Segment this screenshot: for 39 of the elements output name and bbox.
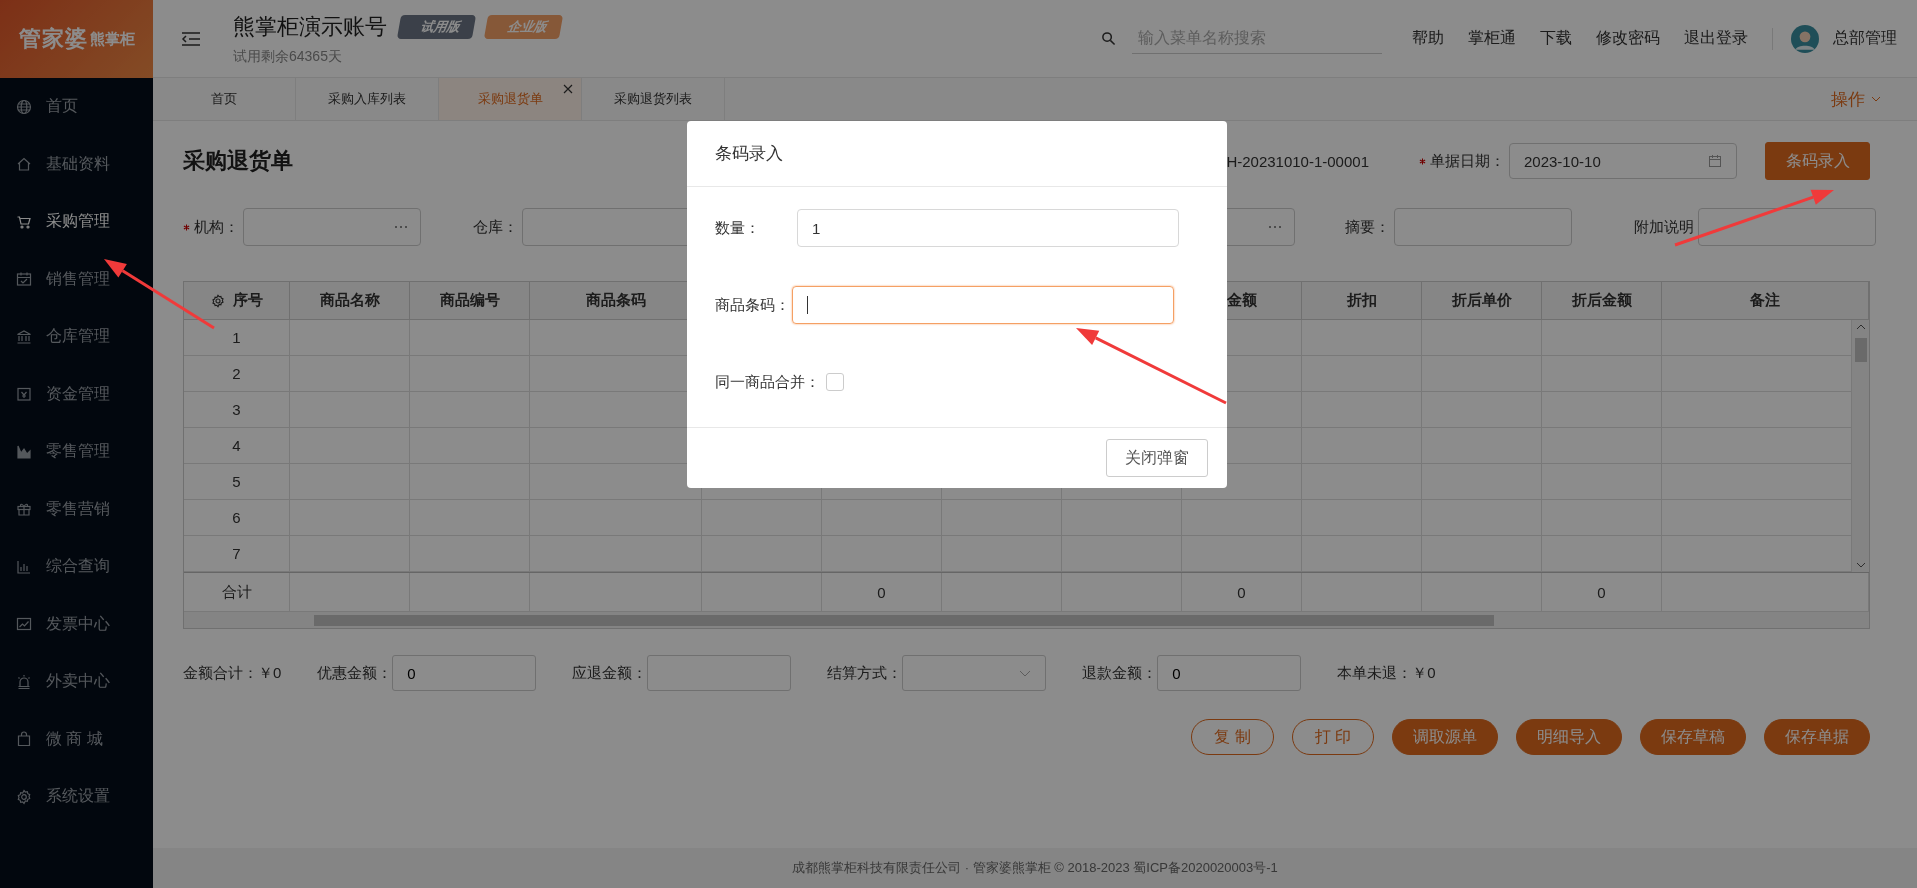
row-number: 3 — [184, 392, 290, 428]
column-header: 商品名称 — [290, 282, 410, 320]
column-header: 商品编号 — [410, 282, 530, 320]
field-label: 仓库： — [473, 217, 518, 237]
row-number: 4 — [184, 428, 290, 464]
amount-value: ￥0 — [258, 663, 282, 683]
field-label: 结算方式： — [827, 663, 903, 683]
edition-badge: 企业版 — [483, 14, 564, 39]
column-header: 备注 — [1662, 282, 1869, 320]
row-number: 6 — [184, 500, 290, 536]
account-title: 熊掌柜演示账号 — [233, 12, 387, 41]
field-label: 应退金额： — [572, 663, 648, 683]
field-label: 商品条码： — [715, 295, 791, 315]
field-label: 数量： — [715, 218, 761, 238]
document-number: H-20231010-1-00001 — [1226, 152, 1369, 170]
field-label: 金额合计： — [183, 663, 258, 683]
field-label: 附加说明 — [1634, 217, 1694, 237]
field-label: 本单未退： — [1337, 663, 1413, 683]
amount-value: ￥0 — [1412, 663, 1436, 683]
column-header: 折后单价 — [1422, 282, 1542, 320]
column-header: 序号 — [184, 282, 290, 320]
row-number: 1 — [184, 320, 290, 356]
page-title: 采购退货单 — [183, 147, 293, 175]
field-label: 摘要： — [1345, 217, 1390, 237]
row-number: 7 — [184, 536, 290, 572]
copyright-text: 成都熊掌柜科技有限责任公司 · 管家婆熊掌柜 © 2018-2023 蜀ICP备2020020003号-1 — [792, 859, 1278, 877]
column-header: 折后金额 — [1542, 282, 1662, 320]
field-label: 同一商品合并： — [715, 372, 820, 392]
row-number: 5 — [184, 464, 290, 500]
column-header: 折扣 — [1302, 282, 1422, 320]
dialog-title: 条码录入 — [687, 121, 1227, 187]
field-label: 机构： — [194, 217, 239, 237]
field-label: 单据日期： — [1430, 151, 1505, 171]
edition-badge: 试用版 — [396, 14, 477, 39]
row-number: 2 — [184, 356, 290, 392]
trial-remaining-text: 试用剩余64365天 — [233, 47, 343, 66]
field-label: 退款金额： — [1082, 663, 1158, 683]
logo: 管家婆熊掌柜 — [0, 0, 153, 78]
field-label: 优惠金额： — [317, 663, 393, 683]
